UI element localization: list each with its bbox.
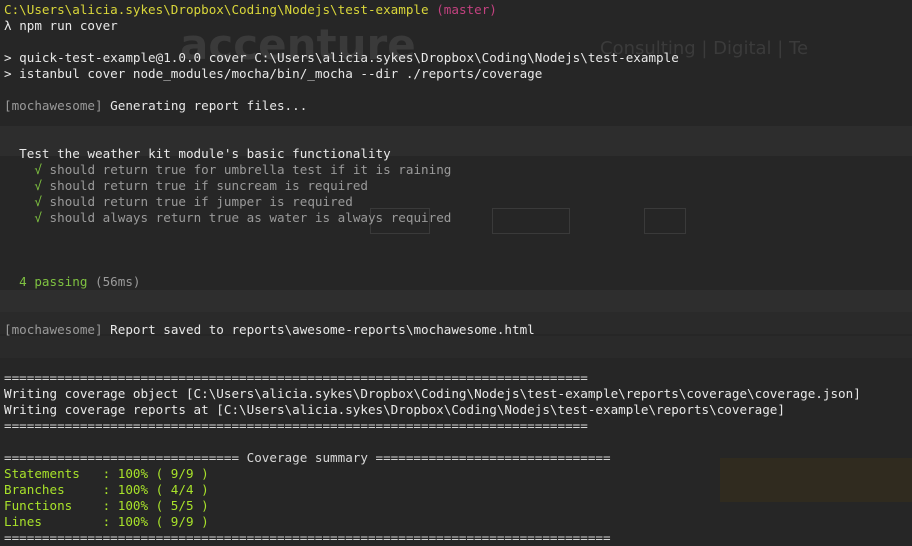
- script-line: > istanbul cover node_modules/mocha/bin/…: [4, 66, 543, 81]
- script-line: > quick-test-example@1.0.0 cover C:\User…: [4, 50, 679, 65]
- mochawesome-tag: [mochawesome]: [4, 322, 103, 337]
- test-result: √ should return true for umbrella test i…: [34, 162, 452, 177]
- coverage-summary-header: =============================== Coverage…: [4, 450, 611, 465]
- suite-title: Test the weather kit module's basic func…: [19, 146, 391, 161]
- coverage-object-line: Writing coverage object [C:\Users\alicia…: [4, 386, 861, 401]
- coverage-summary-footer: ========================================…: [4, 530, 611, 545]
- prompt-path: C:\Users\alicia.sykes\Dropbox\Coding\Nod…: [4, 2, 429, 17]
- mochawesome-saved: [mochawesome] Report saved to reports\aw…: [4, 322, 535, 337]
- divider-rule: ========================================…: [4, 418, 588, 433]
- passing-count: 4 passing (56ms): [19, 274, 141, 289]
- summary-row-statements: Statements : 100% ( 9/9 ): [4, 466, 209, 481]
- prompt-line: C:\Users\alicia.sykes\Dropbox\Coding\Nod…: [4, 2, 912, 18]
- git-branch: (master): [436, 2, 497, 17]
- test-result: √ should return true if jumper is requir…: [34, 194, 353, 209]
- test-result: √ should always return true as water is …: [34, 210, 452, 225]
- check-icon: √: [34, 162, 42, 177]
- summary-row-branches: Branches : 100% ( 4/4 ): [4, 482, 209, 497]
- check-icon: √: [34, 210, 42, 225]
- test-result: √ should return true if suncream is requ…: [34, 178, 368, 193]
- mochawesome-tag: [mochawesome]: [4, 98, 103, 113]
- command-text: npm run cover: [19, 18, 118, 33]
- summary-row-lines: Lines : 100% ( 9/9 ): [4, 514, 209, 529]
- terminal-output[interactable]: C:\Users\alicia.sykes\Dropbox\Coding\Nod…: [4, 2, 912, 546]
- command-line: λ npm run cover: [4, 18, 912, 34]
- divider-rule: ========================================…: [4, 370, 588, 385]
- summary-row-functions: Functions : 100% ( 5/5 ): [4, 498, 209, 513]
- coverage-reports-line: Writing coverage reports at [C:\Users\al…: [4, 402, 785, 417]
- lambda-icon: λ: [4, 18, 12, 33]
- mochawesome-generating: [mochawesome] Generating report files...: [4, 98, 308, 113]
- check-icon: √: [34, 178, 42, 193]
- check-icon: √: [34, 194, 42, 209]
